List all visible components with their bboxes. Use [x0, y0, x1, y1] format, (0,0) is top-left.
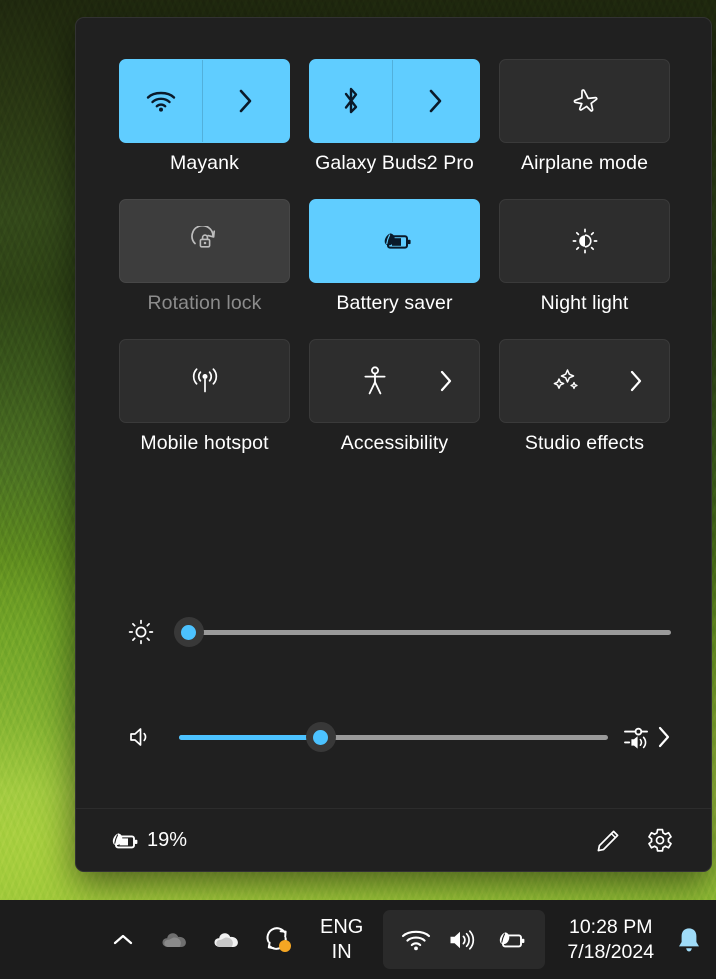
chevron-right-icon	[657, 724, 671, 750]
tile-label-mobile-hotspot: Mobile hotspot	[140, 432, 269, 454]
tile-cell-airplane-mode: Airplane mode	[499, 59, 670, 175]
airplane-icon	[570, 87, 600, 115]
tray-battery-saver-icon[interactable]	[493, 928, 527, 952]
tile-label-studio-effects: Studio effects	[524, 432, 645, 454]
tile-rotation-lock[interactable]	[119, 199, 290, 283]
tile-cell-accessibility: Accessibility	[309, 339, 480, 455]
tile-cell-battery-saver: Battery saver	[309, 199, 480, 315]
bell-icon	[676, 926, 702, 954]
settings-button[interactable]	[639, 820, 681, 862]
brightness-slider[interactable]	[173, 616, 671, 648]
volume-slider[interactable]	[179, 721, 608, 753]
tile-cell-bluetooth: Galaxy Buds2 Pro	[309, 59, 480, 175]
tile-night-light-toggle[interactable]	[500, 200, 669, 282]
battery-saver-icon	[377, 229, 413, 253]
battery-saver-icon	[106, 829, 140, 853]
clock-date: 7/18/2024	[567, 940, 655, 963]
bluetooth-icon	[340, 85, 362, 117]
audio-output-icon	[622, 723, 652, 751]
tile-accessibility-expand[interactable]	[439, 340, 479, 422]
pencil-icon	[595, 828, 621, 854]
tile-airplane-mode[interactable]	[499, 59, 670, 143]
tile-label-rotation-lock: Rotation lock	[147, 292, 262, 314]
tile-label-night-light: Night light	[540, 292, 629, 314]
chevron-right-icon	[238, 88, 254, 114]
gear-icon	[646, 827, 674, 855]
sparkle-icon	[549, 366, 581, 396]
language-indicator[interactable]: ENG IN	[320, 915, 363, 964]
sync-status-button[interactable]	[264, 925, 294, 955]
tile-label-accessibility: Accessibility	[340, 432, 449, 454]
taskbar: ENG IN 10:28 PM 7/18/2024	[0, 900, 716, 979]
tile-accessibility[interactable]	[309, 339, 480, 423]
quick-settings-panel: Mayank Galaxy Buds2 Pro Airplane mode Ro…	[75, 17, 712, 872]
tile-battery-saver[interactable]	[309, 199, 480, 283]
volume-icon	[119, 724, 163, 750]
sync-icon	[263, 925, 295, 955]
tile-bluetooth-toggle[interactable]	[310, 60, 392, 142]
hotspot-icon	[189, 366, 221, 396]
volume-fill	[179, 734, 321, 740]
volume-slider-row	[119, 715, 671, 759]
taskbar-tray-left	[108, 925, 294, 955]
language-line-1: ENG	[320, 916, 364, 939]
tile-night-light[interactable]	[499, 199, 670, 283]
brightness-icon	[119, 618, 163, 646]
tile-airplane-mode-toggle[interactable]	[500, 60, 669, 142]
sync-badge	[279, 939, 291, 952]
system-tray-pill[interactable]	[383, 910, 546, 969]
tile-cell-wifi: Mayank	[119, 59, 290, 175]
tile-cell-mobile-hotspot: Mobile hotspot	[119, 339, 290, 455]
tile-label-bluetooth: Galaxy Buds2 Pro	[315, 152, 474, 174]
tile-accessibility-toggle[interactable]	[310, 340, 439, 422]
tile-wifi-expand[interactable]	[202, 60, 289, 142]
chevron-right-icon	[428, 88, 444, 114]
clock-time: 10:28 PM	[568, 915, 653, 938]
tile-label-wifi: Mayank	[170, 152, 239, 174]
tile-mobile-hotspot-toggle[interactable]	[120, 340, 289, 422]
volume-thumb[interactable]	[305, 722, 336, 752]
notifications-button[interactable]	[672, 923, 706, 957]
edit-quick-settings-button[interactable]	[587, 820, 629, 862]
tile-label-battery-saver: Battery saver	[336, 292, 453, 314]
language-line-2: IN	[331, 940, 352, 963]
chevron-right-icon	[439, 369, 453, 393]
tile-cell-studio-effects: Studio effects	[499, 339, 670, 455]
tile-battery-saver-toggle[interactable]	[310, 200, 479, 282]
clock[interactable]: 10:28 PM 7/18/2024	[567, 915, 654, 965]
night-light-icon	[570, 226, 600, 256]
tile-rotation-lock-toggle[interactable]	[120, 200, 289, 282]
chevron-up-icon	[111, 931, 135, 949]
onedrive-personal-icon-button[interactable]	[160, 925, 190, 955]
tile-cell-rotation-lock: Rotation lock	[119, 199, 290, 315]
onedrive-gray-icon	[160, 929, 190, 951]
battery-percent-label: 19%	[147, 829, 188, 851]
brightness-slider-row	[119, 610, 671, 654]
accessibility-icon	[361, 365, 389, 397]
tile-wifi[interactable]	[119, 59, 290, 143]
rotation-lock-icon	[189, 226, 221, 256]
tile-bluetooth-expand[interactable]	[392, 60, 479, 142]
quick-settings-tile-grid: Mayank Galaxy Buds2 Pro Airplane mode Ro…	[119, 59, 671, 479]
brightness-thumb[interactable]	[173, 617, 204, 647]
tile-studio-effects[interactable]	[499, 339, 670, 423]
tray-volume-icon[interactable]	[447, 927, 477, 953]
wifi-icon	[145, 89, 177, 113]
chevron-right-icon	[629, 369, 643, 393]
tile-bluetooth[interactable]	[309, 59, 480, 143]
tile-wifi-toggle[interactable]	[120, 60, 202, 142]
tile-cell-night-light: Night light	[499, 199, 670, 315]
quick-settings-footer: 19%	[76, 809, 711, 872]
tile-mobile-hotspot[interactable]	[119, 339, 290, 423]
tile-studio-effects-expand[interactable]	[629, 340, 669, 422]
audio-output-selector[interactable]	[622, 723, 671, 751]
battery-status[interactable]: 19%	[106, 829, 187, 853]
show-hidden-icons-button[interactable]	[108, 925, 138, 955]
tray-wifi-icon[interactable]	[401, 928, 431, 952]
tile-studio-effects-toggle[interactable]	[500, 340, 629, 422]
onedrive-business-icon-button[interactable]	[212, 925, 242, 955]
brightness-track[interactable]	[179, 629, 671, 635]
onedrive-white-icon	[212, 929, 242, 951]
tile-label-airplane-mode: Airplane mode	[520, 152, 649, 174]
